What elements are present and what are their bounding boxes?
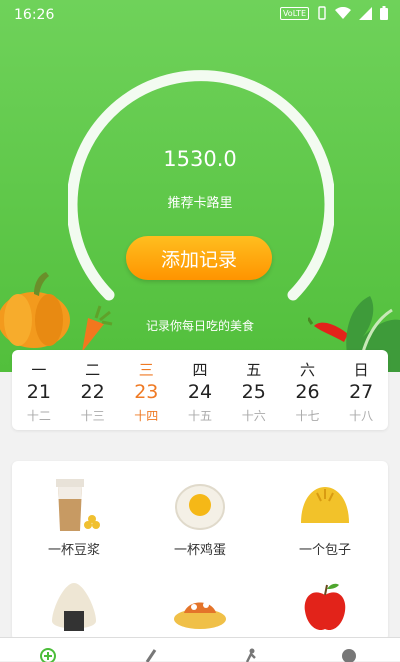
header-panel: 16:26 VoLTE 1530.0 推荐卡路里 添加记录 记录你每日吃的美食 xyxy=(0,0,400,372)
calendar-day[interactable]: 五 25 十六 xyxy=(227,350,281,430)
food-item-soy-milk[interactable]: 一杯豆浆 xyxy=(19,477,129,558)
food-grid: 一杯豆浆 一杯鸡蛋 一个包子 xyxy=(12,461,388,641)
egg-icon xyxy=(175,484,225,530)
calendar-day[interactable]: 二 22 十三 xyxy=(66,350,120,430)
calendar-weekday: 三 xyxy=(138,361,154,379)
calendar-lunar: 十六 xyxy=(241,409,266,423)
calendar-day[interactable]: 六 26 十七 xyxy=(281,350,335,430)
soy-milk-icon xyxy=(56,479,100,531)
calendar-lunar: 十八 xyxy=(349,409,374,423)
calendar-date: 23 xyxy=(134,381,159,403)
signal-icon xyxy=(359,6,372,20)
calendar-date: 26 xyxy=(295,381,320,403)
volte-icon: VoLTE xyxy=(279,6,309,20)
calendar-date: 22 xyxy=(80,381,105,403)
calendar-date: 21 xyxy=(26,381,51,403)
status-icons: VoLTE xyxy=(279,6,388,20)
food-name: 一杯豆浆 xyxy=(47,543,100,558)
status-bar: 16:26 VoLTE xyxy=(0,0,400,32)
week-calendar: 一 21 十二 二 22 十三 三 23 十四 四 24 十五 五 25 十六 … xyxy=(12,350,388,430)
calorie-value: 1530.0 xyxy=(163,147,237,171)
add-record-button[interactable]: 添加记录 xyxy=(126,236,272,280)
calendar-weekday: 一 xyxy=(31,361,47,379)
calendar-day[interactable]: 一 21 十二 xyxy=(12,350,66,430)
calorie-label: 推荐卡路里 xyxy=(167,196,233,211)
calendar-weekday: 日 xyxy=(353,361,369,379)
calendar-weekday: 六 xyxy=(299,361,315,379)
calendar-lunar: 十五 xyxy=(188,409,213,423)
calendar-day[interactable]: 四 24 十五 xyxy=(173,350,227,430)
calendar-lunar: 十七 xyxy=(295,409,320,423)
calendar-date: 25 xyxy=(241,381,266,403)
food-item-dish[interactable] xyxy=(145,579,255,641)
pumpkin-icon xyxy=(0,272,70,348)
food-item-rice-ball[interactable] xyxy=(19,579,129,641)
calendar-weekday: 五 xyxy=(246,361,262,379)
calendar-date: 24 xyxy=(187,381,213,403)
apple-icon xyxy=(304,583,346,631)
bun-icon xyxy=(301,487,349,523)
rice-ball-icon xyxy=(52,583,96,631)
wifi-icon xyxy=(335,6,351,19)
calendar-date: 27 xyxy=(349,381,374,403)
food-item-apple[interactable] xyxy=(270,579,380,641)
calendar-weekday: 二 xyxy=(85,361,101,379)
calendar-weekday: 四 xyxy=(192,361,208,379)
calendar-day[interactable]: 日 27 十八 xyxy=(334,350,388,430)
food-name: 一杯鸡蛋 xyxy=(173,543,226,558)
battery-icon xyxy=(380,6,388,20)
status-time: 16:26 xyxy=(14,7,55,23)
carrot-icon xyxy=(82,305,113,352)
food-item-bun[interactable]: 一个包子 xyxy=(270,477,380,558)
dish-icon xyxy=(174,602,226,629)
vibrate-icon xyxy=(318,6,326,20)
calendar-lunar: 十二 xyxy=(26,409,51,423)
calendar-lunar: 十四 xyxy=(134,409,159,423)
calendar-day-selected[interactable]: 三 23 十四 xyxy=(119,350,173,430)
bottom-navigation xyxy=(0,637,400,662)
food-name: 一个包子 xyxy=(298,543,351,558)
food-item-egg[interactable]: 一杯鸡蛋 xyxy=(145,477,255,558)
calendar-lunar: 十三 xyxy=(80,409,105,423)
